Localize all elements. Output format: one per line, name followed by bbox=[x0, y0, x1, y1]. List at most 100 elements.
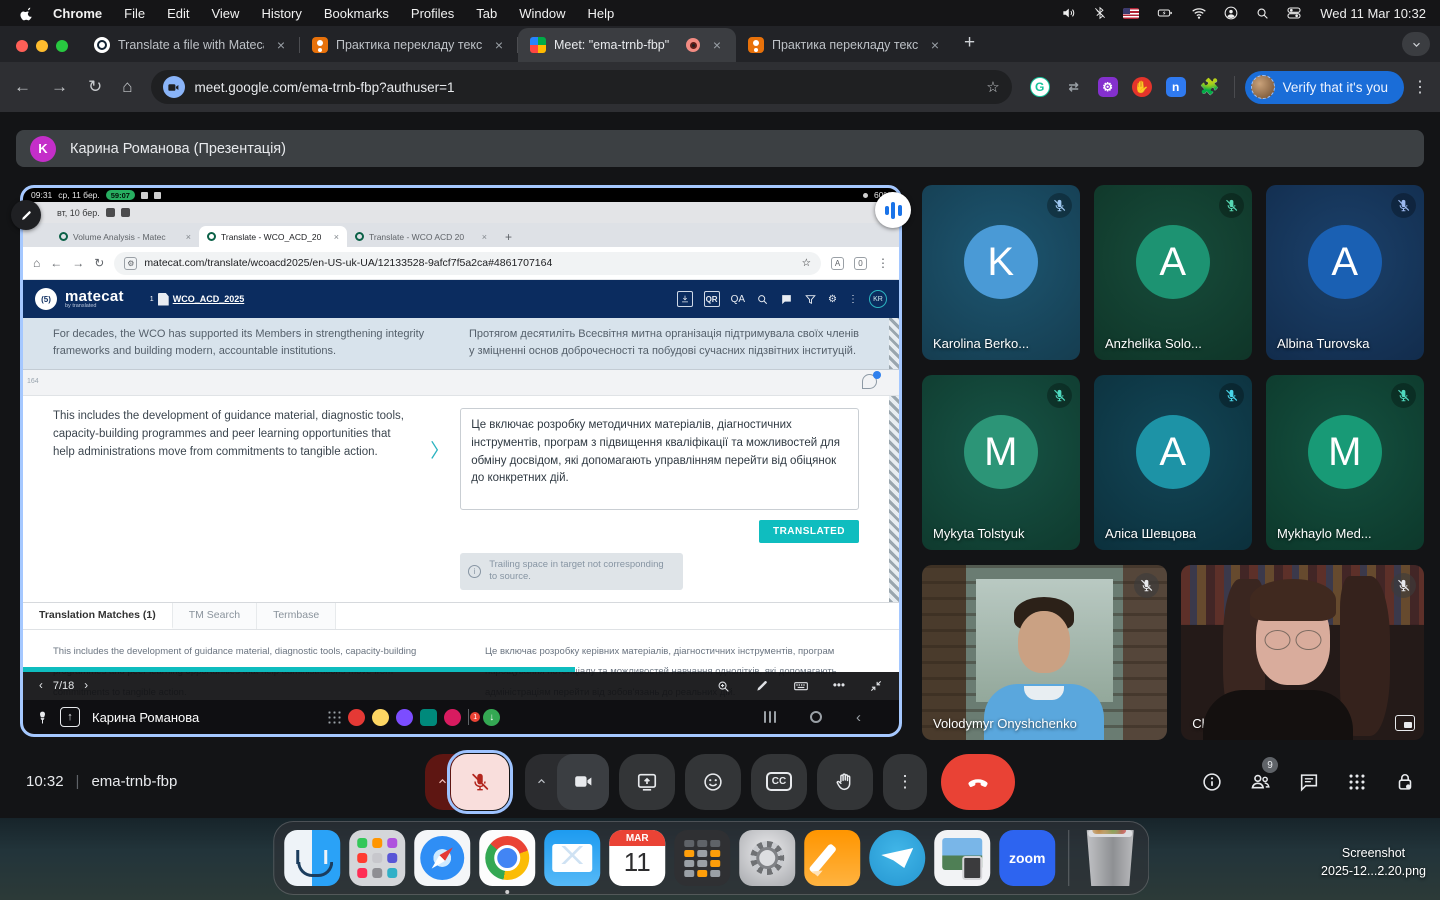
picture-in-picture-icon[interactable] bbox=[1395, 715, 1415, 731]
preview-dock-icon[interactable] bbox=[934, 830, 990, 886]
menu-tab[interactable]: Tab bbox=[476, 6, 497, 21]
spotlight-icon[interactable] bbox=[1255, 6, 1270, 21]
copy-source-chevron-icon[interactable]: 〉 bbox=[430, 408, 460, 594]
address-bar[interactable]: meet.google.com/ema-trnb-fbp?authuser=1 … bbox=[151, 70, 1012, 104]
tab-termbase[interactable]: Termbase bbox=[257, 603, 336, 629]
shared-home-icon[interactable]: ⌂ bbox=[33, 256, 40, 270]
new-tab-button[interactable]: + bbox=[954, 32, 989, 62]
camera-options-caret[interactable] bbox=[525, 754, 557, 810]
next-page-icon[interactable]: › bbox=[84, 680, 88, 692]
control-center-icon[interactable] bbox=[1286, 5, 1302, 21]
matecat-logo[interactable] bbox=[35, 288, 57, 310]
system-settings-dock-icon[interactable] bbox=[739, 830, 795, 886]
reload-button[interactable]: ↻ bbox=[88, 77, 102, 97]
menubar-clock[interactable]: Wed 11 Mar 10:32 bbox=[1320, 6, 1426, 21]
tab-meet-active[interactable]: Meet: "ema-trnb-fbp" × bbox=[518, 28, 736, 62]
telegram-dock-icon[interactable] bbox=[869, 830, 925, 886]
shared-extension-icon[interactable]: 0 bbox=[854, 257, 867, 270]
shared-new-tab-button[interactable]: + bbox=[495, 230, 522, 247]
close-tab-icon[interactable]: × bbox=[926, 37, 944, 53]
mail-dock-icon[interactable] bbox=[544, 830, 600, 886]
calculator-dock-icon[interactable] bbox=[674, 830, 730, 886]
finder-dock-icon[interactable] bbox=[284, 830, 340, 886]
translate-page-icon[interactable]: A bbox=[831, 257, 844, 270]
mic-toggle-button[interactable] bbox=[451, 754, 509, 810]
calendar-dock-icon[interactable]: MAR 11 bbox=[609, 830, 665, 886]
menu-view[interactable]: View bbox=[211, 6, 239, 21]
activities-button[interactable] bbox=[1346, 771, 1368, 793]
url-text[interactable]: meet.google.com/ema-trnb-fbp?authuser=1 bbox=[195, 80, 977, 95]
participant-video-tile[interactable]: Volodymyr Onyshchenko bbox=[922, 565, 1167, 740]
target-editor[interactable]: Це включає розробку методичних матеріалі… bbox=[460, 408, 859, 510]
shared-reload-icon[interactable]: ↻ bbox=[94, 256, 104, 270]
menu-profiles[interactable]: Profiles bbox=[411, 6, 454, 21]
adblock-extension-icon[interactable]: ✋ bbox=[1132, 77, 1152, 97]
shared-tab-translate-2[interactable]: Translate - WCO ACD 20× bbox=[347, 226, 495, 247]
menu-bookmarks[interactable]: Bookmarks bbox=[324, 6, 389, 21]
segment-active[interactable]: This includes the development of guidanc… bbox=[23, 396, 899, 602]
chat-button[interactable] bbox=[1298, 771, 1320, 793]
home-nav-icon[interactable] bbox=[810, 711, 822, 723]
extension-recycle-icon[interactable]: ⇄ bbox=[1064, 77, 1084, 97]
menu-edit[interactable]: Edit bbox=[167, 6, 189, 21]
grammarly-extension-icon[interactable]: G bbox=[1030, 77, 1050, 97]
translated-button[interactable]: TRANSLATED bbox=[759, 520, 859, 543]
captions-button[interactable]: CC bbox=[751, 754, 807, 810]
people-button[interactable]: 9 bbox=[1249, 770, 1272, 793]
tab-translation-matches[interactable]: Translation Matches (1) bbox=[23, 603, 173, 629]
qa-button[interactable]: QA bbox=[731, 294, 745, 305]
participant-tile[interactable]: M Mykhaylo Med... bbox=[1266, 375, 1424, 550]
menu-file[interactable]: File bbox=[124, 6, 145, 21]
leave-call-button[interactable] bbox=[941, 754, 1015, 810]
pages-dock-icon[interactable] bbox=[804, 830, 860, 886]
tab-moodle-1[interactable]: Практика перекладу текстів × bbox=[300, 28, 518, 62]
shared-forward-icon[interactable]: → bbox=[72, 256, 84, 270]
battery-icon[interactable] bbox=[1155, 5, 1175, 21]
window-controls[interactable] bbox=[0, 40, 82, 62]
raise-hand-button[interactable] bbox=[817, 754, 873, 810]
safari-dock-icon[interactable] bbox=[414, 830, 470, 886]
more-options-button[interactable]: ⋮ bbox=[883, 754, 927, 810]
comments-icon[interactable] bbox=[780, 293, 793, 306]
tab-search-button[interactable] bbox=[1402, 32, 1430, 56]
wifi-icon[interactable] bbox=[1191, 5, 1207, 21]
annotate-pencil-button[interactable] bbox=[11, 200, 41, 230]
camera-toggle-button[interactable] bbox=[557, 754, 609, 810]
segment-previous[interactable]: For decades, the WCO has supported its M… bbox=[23, 318, 899, 370]
menu-history[interactable]: History bbox=[261, 6, 301, 21]
settings-gear-icon[interactable]: ⚙ bbox=[828, 294, 837, 305]
site-settings-icon[interactable]: ⚙ bbox=[124, 257, 137, 270]
recents-icon[interactable] bbox=[764, 711, 777, 723]
download-icon[interactable] bbox=[677, 291, 693, 307]
shared-bookmark-star[interactable]: ☆ bbox=[802, 257, 811, 269]
back-nav-icon[interactable]: ‹ bbox=[856, 709, 861, 726]
input-language-flag-icon[interactable] bbox=[1123, 8, 1139, 19]
zoom-window-button[interactable] bbox=[56, 40, 68, 52]
participant-tile[interactable]: A Albina Turovska bbox=[1266, 185, 1424, 360]
fast-user-switch-icon[interactable] bbox=[1223, 5, 1239, 21]
collapse-icon[interactable] bbox=[869, 679, 883, 693]
tab-moodle-2[interactable]: Практика перекладу текстів × bbox=[736, 28, 954, 62]
search-icon[interactable] bbox=[756, 293, 769, 306]
menu-window[interactable]: Window bbox=[519, 6, 565, 21]
shared-back-icon[interactable]: ← bbox=[50, 256, 62, 270]
shield-extension-icon[interactable]: n bbox=[1166, 77, 1186, 97]
reactions-button[interactable] bbox=[685, 754, 741, 810]
more-options-icon[interactable]: ••• bbox=[833, 680, 845, 692]
participant-tile[interactable]: A Anzhelika Solo... bbox=[1094, 185, 1252, 360]
extensions-puzzle-icon[interactable]: 🧩 bbox=[1200, 77, 1220, 97]
shared-address-bar[interactable]: ⚙ matecat.com/translate/wcoacd2025/en-US… bbox=[114, 252, 821, 275]
close-tab-icon[interactable]: × bbox=[708, 37, 726, 53]
forward-button[interactable]: → bbox=[51, 77, 68, 97]
presentation-tile[interactable]: 09:31 ср, 11 бер. 59:07 60% вт, 10 бер. … bbox=[20, 185, 902, 737]
shared-chrome-tabstrip[interactable]: Volume Analysis - Matec× Translate - WCO… bbox=[23, 223, 899, 247]
bookmark-star-icon[interactable]: ☆ bbox=[986, 78, 999, 96]
qr-button[interactable]: QR bbox=[704, 291, 720, 307]
chrome-dock-icon[interactable] bbox=[479, 830, 535, 886]
close-window-button[interactable] bbox=[16, 40, 28, 52]
shared-tab-volume-analysis[interactable]: Volume Analysis - Matec× bbox=[51, 226, 199, 247]
filter-icon[interactable] bbox=[804, 293, 817, 306]
launchpad-dock-icon[interactable] bbox=[349, 830, 405, 886]
participant-video-tile[interactable]: Chuhno Chuhno bbox=[1181, 565, 1424, 740]
shared-tab-translate-active[interactable]: Translate - WCO_ACD_20× bbox=[199, 226, 347, 247]
